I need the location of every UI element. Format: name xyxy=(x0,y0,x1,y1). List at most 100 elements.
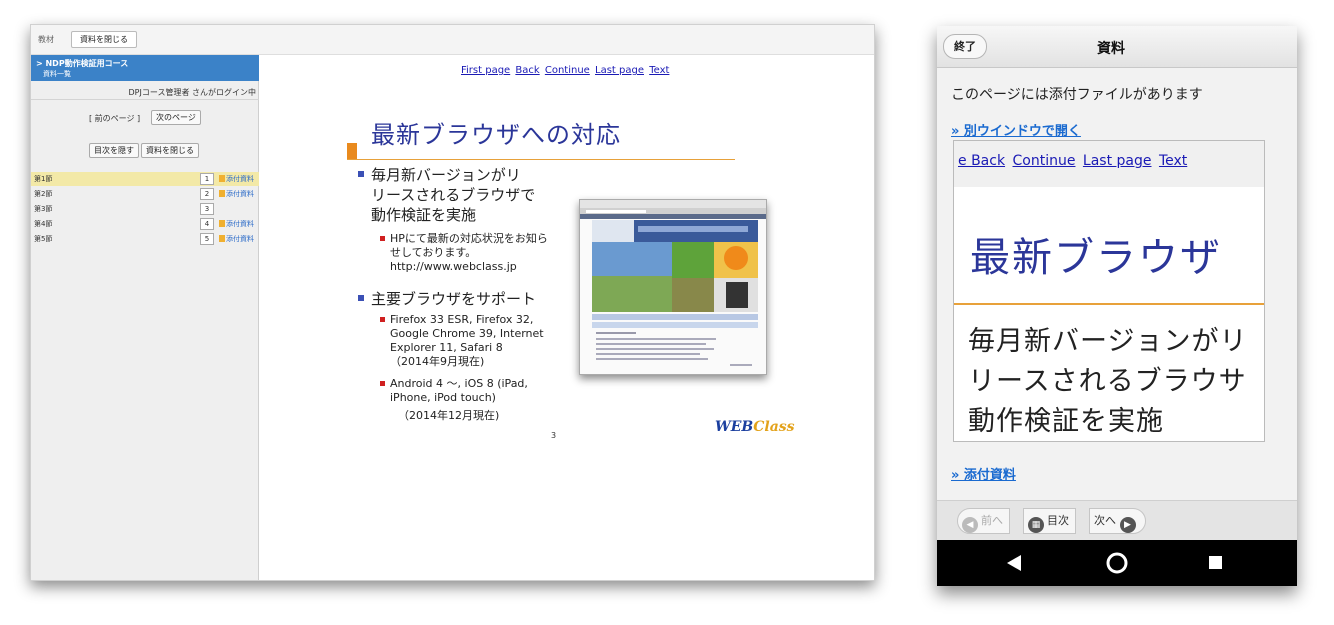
hide-toc-button[interactable]: 目次を隠す xyxy=(89,143,139,158)
back-link[interactable]: Back xyxy=(515,65,539,76)
title-underline xyxy=(347,159,735,160)
frame-navigation: e Back Continue Last page Text xyxy=(954,141,1264,187)
website-screenshot-graphic xyxy=(580,200,766,366)
bullet-line: 主要ブラウザをサポート xyxy=(371,290,537,308)
section-number-button[interactable]: 5 xyxy=(200,233,214,245)
recents-nav-icon[interactable] xyxy=(1209,556,1222,569)
section-row[interactable]: 第2節 2 添付資料 xyxy=(31,187,259,201)
sidebar-divider xyxy=(31,99,259,100)
sidebar: > NDP動作検証用コース 資料一覧 DPJコース管理者 さんがログイン中 [ … xyxy=(31,55,259,580)
slide-navigation: First page Back Continue Last page Text xyxy=(461,65,671,76)
title-accent-bar xyxy=(347,143,357,160)
next-label: 次へ xyxy=(1094,514,1116,527)
section-number-button[interactable]: 2 xyxy=(200,188,214,200)
sub-bullet-line: Android 4 ～, iOS 8 (iPad, xyxy=(390,377,528,390)
toolbar-label: 教材 xyxy=(38,35,54,44)
bullet-supported-browsers: 主要ブラウザをサポート xyxy=(358,289,537,309)
logo-accent: Class xyxy=(753,419,795,435)
prev-page-label: [ 前のページ ] xyxy=(89,114,141,123)
top-toolbar: 教材 資料を閉じる xyxy=(31,25,874,55)
sub-bullet-hp: HPにて最新の対応状況をお知ら せしております。 http://www.webc… xyxy=(380,232,548,274)
mobile-footer: ◀ 前へ ▦ 目次 次へ ▶ xyxy=(937,500,1297,540)
course-title: > NDP動作検証用コース xyxy=(36,59,129,68)
bullet-marker xyxy=(358,171,364,177)
sub-bullet-line: （2014年12月現在) xyxy=(398,409,500,422)
attachment-link[interactable]: 添付資料 xyxy=(219,234,254,244)
toc-label: 目次 xyxy=(1047,514,1069,527)
section-row[interactable]: 第3節 3 xyxy=(31,202,259,216)
attachment-link[interactable]: » 添付資料 xyxy=(951,464,1016,483)
section-name: 第4節 xyxy=(34,220,53,228)
text-link[interactable]: Text xyxy=(1159,153,1187,169)
login-status: DPJコース管理者 さんがログイン中 xyxy=(128,88,257,97)
attachment-icon xyxy=(219,235,225,242)
back-link[interactable]: e Back xyxy=(958,153,1005,169)
sub-bullet-line: Google Chrome 39, Internet xyxy=(390,327,544,340)
course-header: > NDP動作検証用コース 資料一覧 xyxy=(31,55,259,81)
section-name: 第5節 xyxy=(34,235,53,243)
chevron-right-icon: ▶ xyxy=(1119,517,1136,533)
end-button[interactable]: 終了 xyxy=(943,34,987,59)
course-subtitle: 資料一覧 xyxy=(43,70,71,78)
bullet-line: 毎月新バージョンがリ xyxy=(371,166,521,184)
android-nav-bar xyxy=(937,540,1297,586)
android-nav-icons xyxy=(1007,552,1222,574)
section-row[interactable]: 第4節 4 添付資料 xyxy=(31,217,259,231)
back-nav-icon[interactable] xyxy=(1007,555,1021,571)
sub-bullet-line: Explorer 11, Safari 8 xyxy=(390,341,503,354)
attachment-link[interactable]: 添付資料 xyxy=(219,219,254,229)
first-page-link[interactable]: First page xyxy=(461,65,510,76)
section-number-button[interactable]: 1 xyxy=(200,173,214,185)
webclass-logo: WEBClass xyxy=(715,419,795,435)
sub-bullet-line: http://www.webclass.jp xyxy=(390,260,517,273)
close-material-sidebar-button[interactable]: 資料を閉じる xyxy=(141,143,199,158)
attachment-notice: このページには添付ファイルがあります xyxy=(951,87,1203,103)
bullet-browsers-updates: 毎月新バージョンがリ リースされるブラウザで 動作検証を実施 xyxy=(358,165,535,225)
close-material-button[interactable]: 資料を閉じる xyxy=(71,31,137,48)
sub-bullet-marker xyxy=(380,317,385,322)
attachment-label: 添付資料 xyxy=(226,235,254,243)
continue-link[interactable]: Continue xyxy=(1013,153,1076,169)
toc-button[interactable]: ▦ 目次 xyxy=(1023,508,1076,534)
sub-bullet-line: せしております。 xyxy=(390,246,477,259)
sub-bullet-mobile: Android 4 ～, iOS 8 (iPad, iPhone, iPod t… xyxy=(380,377,528,423)
frame-text-line: 動作検証を実施 xyxy=(968,406,1164,437)
attachment-icon xyxy=(219,175,225,182)
logo-main: WEB xyxy=(715,419,754,435)
open-new-window-link[interactable]: » 別ウインドウで開く xyxy=(951,120,1081,139)
section-number-button[interactable]: 4 xyxy=(200,218,214,230)
section-name: 第2節 xyxy=(34,190,53,198)
slide-title: 最新ブラウザへの対応 xyxy=(371,121,621,149)
sub-bullet-line: HPにて最新の対応状況をお知ら xyxy=(390,232,548,245)
mobile-header: 終了 資料 xyxy=(937,26,1297,68)
frame-slide-title: 最新ブラウザ xyxy=(970,235,1222,281)
attachment-label: 添付資料 xyxy=(226,220,254,228)
bullet-marker xyxy=(358,295,364,301)
last-page-link[interactable]: Last page xyxy=(1083,153,1152,169)
text-link[interactable]: Text xyxy=(649,65,669,76)
prev-button[interactable]: ◀ 前へ xyxy=(957,508,1010,534)
frame-title-underline xyxy=(954,303,1264,305)
desktop-window: 教材 資料を閉じる > NDP動作検証用コース 資料一覧 DPJコース管理者 さ… xyxy=(30,24,875,581)
next-page-button[interactable]: 次のページ xyxy=(151,110,201,125)
attachment-link[interactable]: 添付資料 xyxy=(219,189,254,199)
section-row[interactable]: 第1節 1 添付資料 xyxy=(31,172,259,186)
mobile-device: 終了 資料 このページには添付ファイルがあります » 別ウインドウで開く e B… xyxy=(937,26,1297,586)
slide-frame[interactable]: e Back Continue Last page Text 最新ブラウザ 毎月… xyxy=(953,140,1265,442)
bullet-line: 動作検証を実施 xyxy=(371,206,477,224)
section-number-button[interactable]: 3 xyxy=(200,203,214,215)
grid-icon: ▦ xyxy=(1028,517,1044,533)
last-page-link[interactable]: Last page xyxy=(595,65,644,76)
prev-label: 前へ xyxy=(981,514,1003,527)
continue-link[interactable]: Continue xyxy=(545,65,590,76)
sub-bullet-desktop-browsers: Firefox 33 ESR, Firefox 32, Google Chrom… xyxy=(380,313,544,369)
home-nav-icon[interactable] xyxy=(1106,552,1128,574)
sub-bullet-line: Firefox 33 ESR, Firefox 32, xyxy=(390,313,534,326)
section-row[interactable]: 第5節 5 添付資料 xyxy=(31,232,259,246)
sub-bullet-marker xyxy=(380,236,385,241)
next-button[interactable]: 次へ ▶ xyxy=(1089,508,1146,534)
section-name: 第1節 xyxy=(34,175,53,183)
attachment-link[interactable]: 添付資料 xyxy=(219,174,254,184)
attachment-label: 添付資料 xyxy=(226,175,254,183)
sub-bullet-line: （2014年9月現在) xyxy=(390,355,485,368)
